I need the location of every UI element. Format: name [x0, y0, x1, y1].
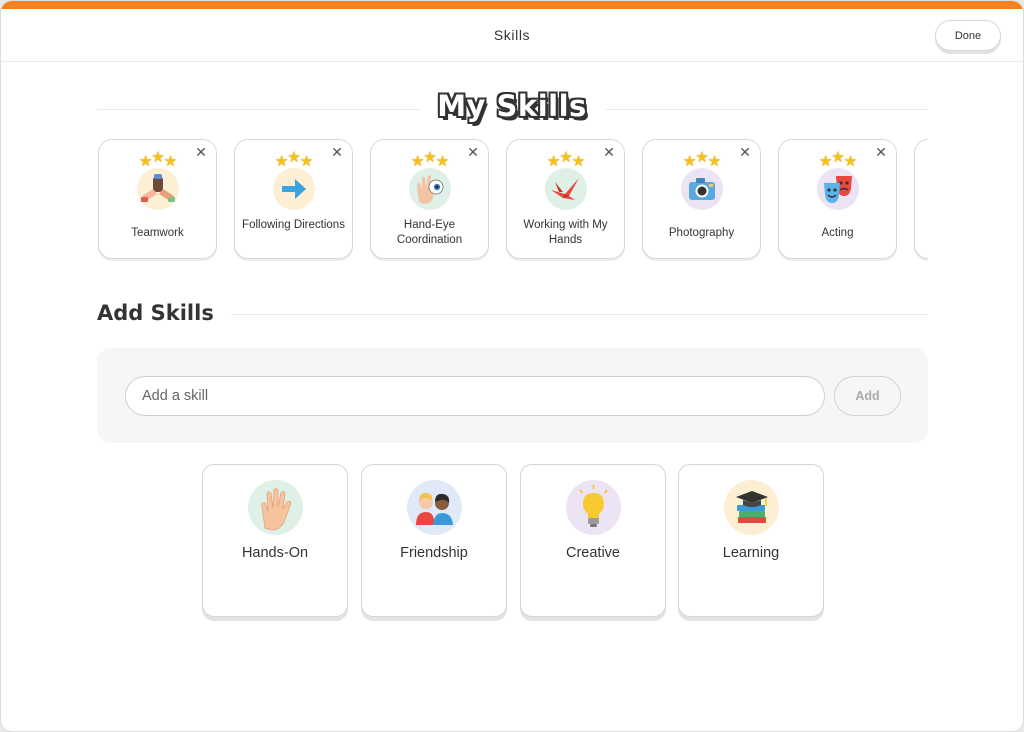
lightbulb-icon [566, 480, 621, 535]
skill-card-photography[interactable]: ✕ ★★★ Photography [642, 139, 761, 259]
teamwork-hands-icon [137, 168, 179, 210]
friends-icon [407, 480, 462, 535]
hand-eye-icon [409, 168, 451, 210]
header-bar: Skills Done [1, 9, 1023, 62]
category-card-learning[interactable]: Learning [678, 464, 824, 617]
arrow-right-icon [273, 168, 315, 210]
category-card-friendship[interactable]: Friendship [361, 464, 507, 617]
skill-card-working-with-my-hands[interactable]: ✕ ★★★ Working with My Hands [506, 139, 625, 259]
paper-crane-icon [545, 168, 587, 210]
skill-label: Photography [668, 227, 735, 239]
skill-card-hand-eye-coordination[interactable]: ✕ ★★★ Hand-Eye Coordination [370, 139, 489, 259]
skill-label: Teamwork [131, 227, 184, 239]
category-label: Friendship [400, 545, 468, 561]
skill-label: Acting [821, 227, 854, 239]
my-skills-carousel[interactable]: ✕ ★★★ Teamwork ✕ ★★★ Following Direction… [97, 139, 928, 261]
done-button[interactable]: Done [935, 20, 1001, 51]
skill-label: Working with My Hands [523, 219, 608, 246]
skill-card-following-directions[interactable]: ✕ ★★★ Following Directions [234, 139, 353, 259]
add-skill-input[interactable] [125, 376, 825, 416]
category-label: Learning [722, 545, 780, 561]
skill-label: Hand-Eye Coordination [396, 219, 463, 246]
skill-label: Following Directions [242, 219, 345, 231]
add-skill-button[interactable]: Add [834, 376, 901, 416]
raised-hand-icon [248, 480, 303, 535]
camera-icon [681, 168, 723, 210]
skills-window: Skills Done My Skills ✕ ★★★ Teamwork ✕ ★… [0, 0, 1024, 732]
category-card-creative[interactable]: Creative [520, 464, 666, 617]
page-title: Skills [493, 27, 531, 43]
theater-masks-icon [817, 168, 859, 210]
category-label: Hands-On [241, 545, 309, 561]
category-card-hands-on[interactable]: Hands-On [202, 464, 348, 617]
top-accent-bar [1, 1, 1023, 9]
add-skills-heading: Add Skills [97, 301, 214, 325]
my-skills-heading: My Skills [437, 89, 587, 123]
skill-card-teamwork[interactable]: ✕ ★★★ Teamwork [98, 139, 217, 259]
books-graduation-cap-icon [724, 480, 779, 535]
add-skills-divider [231, 314, 928, 315]
category-label: Creative [566, 545, 620, 561]
skill-card-partial[interactable] [914, 139, 928, 259]
add-skill-panel: Add [97, 348, 928, 443]
skill-card-acting[interactable]: ✕ ★★★ Acting [778, 139, 897, 259]
